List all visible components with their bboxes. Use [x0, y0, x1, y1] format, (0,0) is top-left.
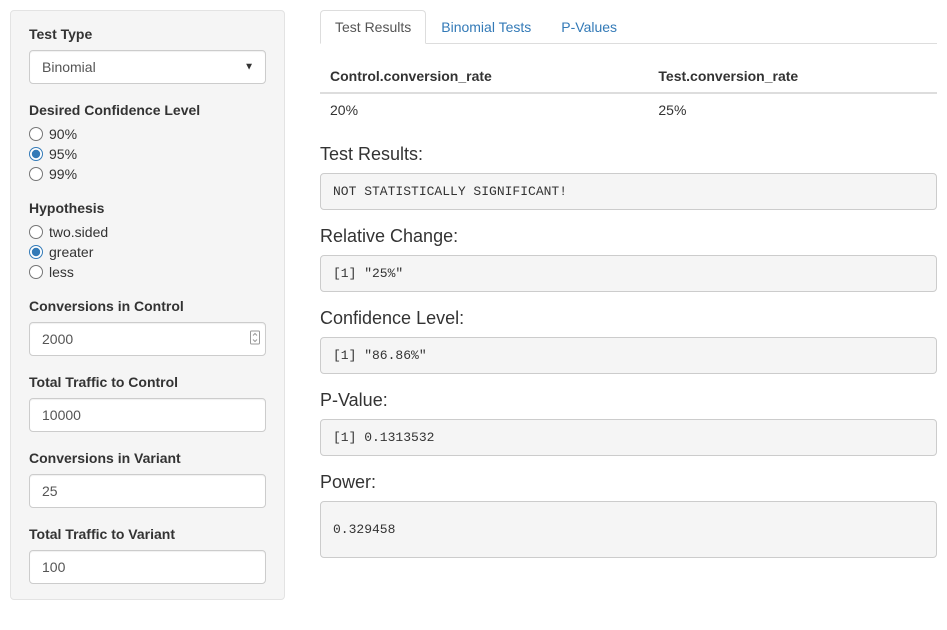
confidence-95-label[interactable]: 95%	[49, 146, 77, 162]
hypothesis-less-radio[interactable]	[29, 265, 43, 279]
traffic-variant-label: Total Traffic to Variant	[29, 526, 266, 542]
confidence-99-label[interactable]: 99%	[49, 166, 77, 182]
hypothesis-greater-radio[interactable]	[29, 245, 43, 259]
tab-bar: Test Results Binomial Tests P-Values	[320, 10, 937, 44]
col-test-rate: Test.conversion_rate	[648, 62, 937, 93]
output-test-results: NOT STATISTICALLY SIGNIFICANT!	[320, 173, 937, 210]
confidence-90-label[interactable]: 90%	[49, 126, 77, 142]
confidence-99-radio[interactable]	[29, 167, 43, 181]
output-relative-change: [1] "25%"	[320, 255, 937, 292]
heading-relative-change: Relative Change:	[320, 226, 937, 247]
hypothesis-greater-label[interactable]: greater	[49, 244, 93, 260]
traffic-variant-input[interactable]	[29, 550, 266, 584]
conversion-rate-table: Control.conversion_rate Test.conversion_…	[320, 62, 937, 126]
traffic-control-input[interactable]	[29, 398, 266, 432]
traffic-control-label: Total Traffic to Control	[29, 374, 266, 390]
hypothesis-twosided-radio[interactable]	[29, 225, 43, 239]
output-power: 0.329458	[320, 501, 937, 558]
output-p-value: [1] 0.1313532	[320, 419, 937, 456]
tab-binomial-tests[interactable]: Binomial Tests	[426, 10, 546, 44]
sidebar: Test Type Binomial ▼ Desired Confidence …	[10, 10, 285, 600]
table-header-row: Control.conversion_rate Test.conversion_…	[320, 62, 937, 93]
hypothesis-label: Hypothesis	[29, 200, 266, 216]
heading-confidence-level: Confidence Level:	[320, 308, 937, 329]
heading-p-value: P-Value:	[320, 390, 937, 411]
confidence-90-radio[interactable]	[29, 127, 43, 141]
conversions-variant-input[interactable]	[29, 474, 266, 508]
heading-power: Power:	[320, 472, 937, 493]
cell-control-rate: 20%	[320, 93, 648, 126]
test-type-select[interactable]: Binomial	[29, 50, 266, 84]
main-panel: Test Results Binomial Tests P-Values Con…	[285, 10, 937, 600]
tab-p-values[interactable]: P-Values	[546, 10, 632, 44]
col-control-rate: Control.conversion_rate	[320, 62, 648, 93]
hypothesis-less-label[interactable]: less	[49, 264, 74, 280]
test-type-label: Test Type	[29, 26, 266, 42]
heading-test-results: Test Results:	[320, 144, 937, 165]
conversions-control-label: Conversions in Control	[29, 298, 266, 314]
output-confidence-level: [1] "86.86%"	[320, 337, 937, 374]
conversions-variant-label: Conversions in Variant	[29, 450, 266, 466]
hypothesis-twosided-label[interactable]: two.sided	[49, 224, 108, 240]
confidence-level-label: Desired Confidence Level	[29, 102, 266, 118]
table-row: 20% 25%	[320, 93, 937, 126]
cell-test-rate: 25%	[648, 93, 937, 126]
tab-test-results[interactable]: Test Results	[320, 10, 426, 44]
confidence-95-radio[interactable]	[29, 147, 43, 161]
conversions-control-input[interactable]	[29, 322, 266, 356]
